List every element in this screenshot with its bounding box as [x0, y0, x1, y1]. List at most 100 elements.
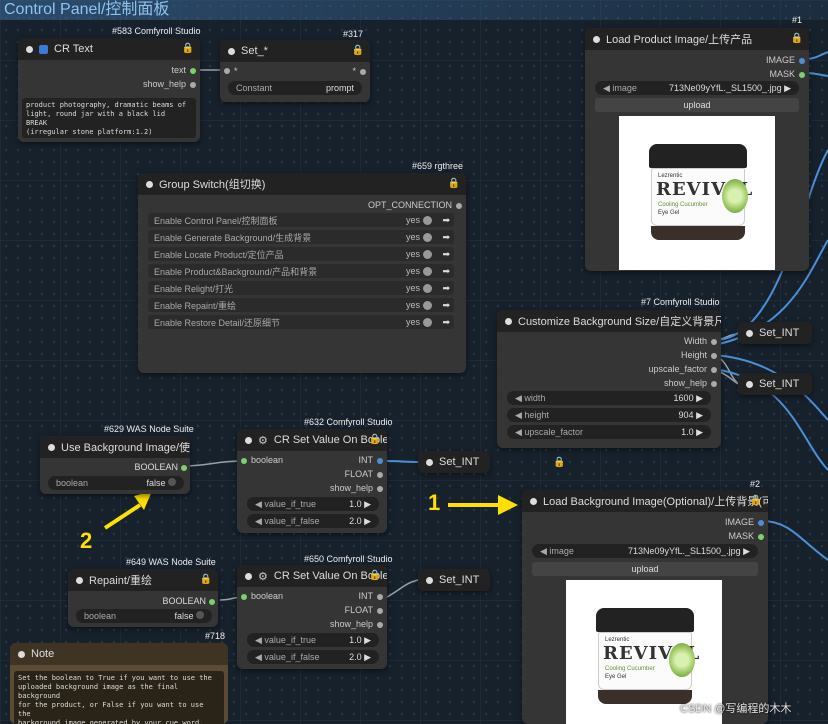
collapse-dot-icon[interactable] — [505, 317, 512, 325]
output-help-port[interactable] — [377, 486, 383, 492]
lock-icon[interactable]: 🔒 — [352, 45, 364, 56]
note-text-area[interactable]: Set the boolean to True if you want to u… — [14, 671, 224, 724]
repaint-header[interactable]: Repaint/重绘 — [68, 569, 218, 591]
collapse-dot-icon[interactable] — [530, 497, 537, 505]
value-if-false-widget[interactable]: ◀ value_if_false 2.0 ▶ — [247, 650, 379, 664]
load-product-header[interactable]: Load Product Image/上传产品 — [585, 28, 809, 50]
lock-icon[interactable]: 🔒 — [182, 43, 194, 54]
use-bg-header[interactable]: Use Background Image/使用背景图 — [40, 436, 190, 458]
output-float-port[interactable] — [377, 608, 383, 614]
lock-icon[interactable]: 🔒 — [369, 434, 381, 445]
collapse-dot-icon[interactable] — [245, 572, 252, 580]
collapse-dot-icon[interactable] — [146, 180, 153, 188]
cr-text-header[interactable]: CR Text — [18, 38, 200, 60]
output-int-port[interactable] — [377, 594, 383, 600]
input-boolean-port[interactable] — [241, 594, 247, 600]
custom-bg-node[interactable]: Customize Background Size/自定义背景尺寸 Width … — [497, 310, 721, 448]
cr-set-632-node[interactable]: ⚙ CR Set Value On Boolean 🔒 boolean INT … — [237, 429, 387, 533]
output-star-port[interactable] — [360, 69, 366, 75]
load-bg-node[interactable]: Load Background Image(Optional)/上传背景(可选)… — [522, 490, 768, 724]
load-bg-header[interactable]: Load Background Image(Optional)/上传背景(可选) — [522, 490, 768, 512]
collapse-dot-icon[interactable] — [48, 443, 55, 451]
upload-button[interactable]: upload — [595, 98, 799, 112]
set-int-node-c[interactable]: Set_INT — [418, 451, 490, 473]
lock-icon[interactable]: 🔒 — [448, 178, 460, 189]
text-content-area[interactable]: product photography, dramatic beams of l… — [22, 98, 196, 138]
output-image-port[interactable] — [799, 58, 805, 64]
note-node[interactable]: Note Set the boolean to True if you want… — [10, 643, 228, 724]
upload-button[interactable]: upload — [532, 562, 758, 576]
group-switch-node[interactable]: Group Switch(组切换) 🔒 OPT_CONNECTION Enabl… — [138, 173, 466, 373]
collapse-dot-icon[interactable] — [746, 380, 753, 388]
lock-icon[interactable]: 🔒 — [553, 457, 565, 468]
image-select-widget[interactable]: ◀ image 713Ne09yYfL._SL1500_.jpg ▶ — [532, 544, 758, 558]
output-help-port[interactable] — [190, 82, 196, 88]
lock-icon[interactable]: 🔒 — [750, 495, 762, 506]
boolean-toggle[interactable]: boolean false — [48, 476, 184, 490]
set-star-header[interactable]: Set_* — [220, 40, 370, 62]
lock-icon[interactable]: 🔒 — [791, 33, 803, 44]
output-mask-port[interactable] — [758, 534, 764, 540]
toggle-product-background[interactable]: Enable Product&Background/产品和背景 yes ➡ — [148, 264, 454, 278]
boolean-toggle[interactable]: boolean false — [76, 609, 212, 623]
note-header[interactable]: Note — [10, 643, 228, 665]
output-height-port[interactable] — [711, 353, 717, 359]
width-widget[interactable]: ◀ width 1600 ▶ — [507, 391, 711, 405]
set-int-node-d[interactable]: Set_INT — [418, 569, 490, 591]
value-if-true-widget[interactable]: ◀ value_if_true 1.0 ▶ — [247, 633, 379, 647]
set-int-node-b[interactable]: Set_INT — [738, 373, 812, 395]
set-star-badge: #317 — [343, 29, 364, 39]
group-switch-header[interactable]: Group Switch(组切换) — [138, 173, 466, 195]
collapse-dot-icon[interactable] — [26, 45, 33, 53]
output-opt-port[interactable] — [456, 203, 462, 209]
output-mask-port[interactable] — [799, 72, 805, 78]
input-boolean-port[interactable] — [241, 458, 247, 464]
output-upscale-port[interactable] — [711, 367, 717, 373]
repaint-node[interactable]: Repaint/重绘 🔒 BOOLEAN boolean false — [68, 569, 218, 627]
set-int-node-a[interactable]: Set_INT — [738, 322, 812, 344]
toggle-repaint[interactable]: Enable Repaint/重绘 yes ➡ — [148, 298, 454, 312]
output-image-port[interactable] — [758, 520, 764, 526]
cr-set-632-header[interactable]: ⚙ CR Set Value On Boolean — [237, 429, 387, 451]
collapse-dot-icon[interactable] — [228, 47, 235, 55]
toggle-control-panel[interactable]: Enable Control Panel/控制面板 yes ➡ — [148, 213, 454, 227]
cr-text-node[interactable]: CR Text 🔒 text show_help product photogr… — [18, 38, 200, 142]
collapse-dot-icon[interactable] — [746, 329, 753, 337]
input-star-port[interactable] — [224, 68, 230, 74]
toggle-locate-product[interactable]: Enable Locate Product/定位产品 yes ➡ — [148, 247, 454, 261]
cr-set-650-node[interactable]: ⚙ CR Set Value On Boolean 🔒 boolean INT … — [237, 565, 387, 669]
output-help-port[interactable] — [711, 381, 717, 387]
height-widget[interactable]: ◀ height 904 ▶ — [507, 408, 711, 422]
upscale-widget[interactable]: ◀ upscale_factor 1.0 ▶ — [507, 425, 711, 439]
set-star-node[interactable]: Set_* 🔒 * * Constant prompt — [220, 40, 370, 102]
collapse-dot-icon[interactable] — [593, 35, 600, 43]
jar-line1: Cooling Cucumber — [658, 202, 708, 208]
set-int-title: Set_INT — [439, 574, 480, 586]
toggle-restore-detail[interactable]: Enable Restore Detail/还原细节 yes ➡ — [148, 315, 454, 329]
output-text-port[interactable] — [190, 68, 196, 74]
value-if-false-widget[interactable]: ◀ value_if_false 2.0 ▶ — [247, 514, 379, 528]
output-width-port[interactable] — [711, 339, 717, 345]
lock-icon[interactable]: 🔒 — [369, 570, 381, 581]
collapse-dot-icon[interactable] — [18, 650, 25, 658]
load-product-node[interactable]: Load Product Image/上传产品 🔒 IMAGE MASK ◀ i… — [585, 28, 809, 271]
toggle-relight[interactable]: Enable Relight/打光 yes ➡ — [148, 281, 454, 295]
output-boolean-port[interactable] — [181, 465, 187, 471]
use-bg-node[interactable]: Use Background Image/使用背景图 BOOLEAN boole… — [40, 436, 190, 494]
collapse-dot-icon[interactable] — [76, 576, 83, 584]
cr-set-650-header[interactable]: ⚙ CR Set Value On Boolean — [237, 565, 387, 587]
output-float-port[interactable] — [377, 472, 383, 478]
collapse-dot-icon[interactable] — [426, 576, 433, 584]
output-boolean-port[interactable] — [209, 599, 215, 605]
output-int-port[interactable] — [377, 458, 383, 464]
output-help-port[interactable] — [377, 622, 383, 628]
toggle-generate-background[interactable]: Enable Generate Background/生成背景 yes ➡ — [148, 230, 454, 244]
lock-icon[interactable]: 🔒 — [200, 574, 212, 585]
collapse-dot-icon[interactable] — [245, 436, 252, 444]
load-bg-title: Load Background Image(Optional)/上传背景(可选) — [543, 496, 768, 508]
collapse-dot-icon[interactable] — [426, 458, 433, 466]
constant-widget[interactable]: Constant prompt — [228, 81, 362, 95]
custom-bg-header[interactable]: Customize Background Size/自定义背景尺寸 — [497, 310, 721, 332]
image-select-widget[interactable]: ◀ image 713Ne09yYfL._SL1500_.jpg ▶ — [595, 81, 799, 95]
value-if-true-widget[interactable]: ◀ value_if_true 1.0 ▶ — [247, 497, 379, 511]
